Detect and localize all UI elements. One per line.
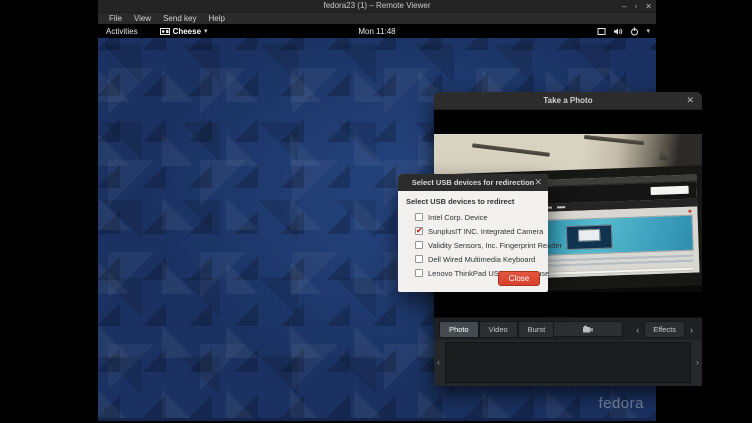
window-controls: – ▫ ✕: [622, 0, 652, 13]
checkbox-intel[interactable]: [415, 213, 423, 221]
ceiling-light: [584, 135, 644, 145]
camera-shutter-icon: [582, 325, 594, 334]
cheese-titlebar: Take a Photo ✕: [434, 92, 702, 110]
screenshot-window: [578, 229, 600, 242]
gnome-top-bar: Activities Cheese ▾ Mon 11:48: [98, 24, 656, 38]
ceiling-fixture: [659, 149, 669, 160]
remote-viewer-titlebar: fedora23 (1) – Remote Viewer – ▫ ✕: [98, 0, 656, 13]
menu-file[interactable]: File: [104, 14, 127, 23]
ceiling-light: [472, 143, 550, 156]
system-status-area[interactable]: ▾: [597, 24, 650, 38]
window-title: fedora23 (1) – Remote Viewer: [98, 1, 656, 10]
gallery-next-icon[interactable]: ›: [696, 357, 699, 367]
minimize-icon[interactable]: –: [622, 3, 626, 11]
effects-button[interactable]: Effects: [644, 321, 685, 338]
usb-dialog-heading: Select USB devices to redirect: [406, 197, 540, 206]
screen-background: fedora23 (1) – Remote Viewer – ▫ ✕ File …: [0, 0, 752, 423]
tab-burst[interactable]: Burst: [518, 321, 556, 338]
remote-viewer-window: fedora23 (1) – Remote Viewer – ▫ ✕ File …: [98, 0, 656, 421]
device-label: Intel Corp. Device: [428, 213, 488, 222]
menu-view[interactable]: View: [129, 14, 156, 23]
take-photo-button[interactable]: [553, 321, 623, 337]
device-row-fingerprint[interactable]: Validity Sensors, Inc. Fingerprint Reade…: [415, 238, 540, 252]
display-icon: [597, 27, 606, 36]
effects-next-icon[interactable]: ›: [685, 324, 698, 336]
tab-video[interactable]: Video: [479, 321, 518, 338]
usb-redirection-dialog: Select USB devices for redirection ✕ Sel…: [398, 174, 548, 292]
clock[interactable]: Mon 11:48: [98, 27, 656, 36]
maximize-icon[interactable]: ▫: [634, 3, 637, 11]
effects-prev-icon[interactable]: ‹: [631, 324, 644, 336]
device-row-camera[interactable]: SunplusIT INC. Integrated Camera: [415, 224, 540, 238]
fedora-watermark: fedora: [598, 395, 644, 412]
menu-bar: File View Send key Help: [98, 13, 656, 24]
device-label: SunplusIT INC. Integrated Camera: [428, 227, 543, 236]
mode-tabs: Photo Video Burst: [439, 321, 555, 338]
close-icon[interactable]: ✕: [645, 3, 652, 11]
status-chevron-icon: ▾: [646, 27, 650, 35]
cheese-close-icon[interactable]: ✕: [686, 95, 694, 106]
usb-dialog-body: Select USB devices to redirect Intel Cor…: [398, 191, 548, 292]
usb-dialog-titlebar: Select USB devices for redirection ✕: [398, 174, 548, 191]
checkbox-camera[interactable]: [415, 227, 423, 235]
power-icon: [630, 27, 639, 36]
photo-gallery-strip: ‹ ›: [434, 340, 702, 386]
checkbox-keyboard[interactable]: [415, 255, 423, 263]
usb-dialog-close-icon[interactable]: ✕: [534, 177, 542, 188]
guest-display: Activities Cheese ▾ Mon 11:48: [98, 24, 656, 421]
device-label: Validity Sensors, Inc. Fingerprint Reade…: [428, 241, 562, 250]
device-row-intel[interactable]: Intel Corp. Device: [415, 210, 540, 224]
cheese-toolbar: Photo Video Burst: [434, 317, 702, 340]
checkbox-mouse[interactable]: [415, 269, 423, 277]
device-row-keyboard[interactable]: Dell Wired Multimedia Keyboard: [415, 252, 540, 266]
menu-send-key[interactable]: Send key: [158, 14, 201, 23]
usb-dialog-title: Select USB devices for redirection: [398, 178, 548, 187]
device-label: Dell Wired Multimedia Keyboard: [428, 255, 535, 264]
volume-icon: [613, 27, 623, 36]
tab-photo[interactable]: Photo: [439, 321, 479, 338]
gallery-prev-icon[interactable]: ‹: [437, 357, 440, 367]
effects-controls: ‹ Effects ›: [631, 321, 698, 338]
cheese-title: Take a Photo: [434, 96, 702, 105]
close-button[interactable]: Close: [498, 271, 540, 286]
menu-help[interactable]: Help: [203, 14, 229, 23]
site-search-box: [651, 186, 689, 195]
red-dot: [688, 210, 691, 213]
gallery-thumbnails: [445, 342, 691, 383]
checkbox-fingerprint[interactable]: [415, 241, 423, 249]
